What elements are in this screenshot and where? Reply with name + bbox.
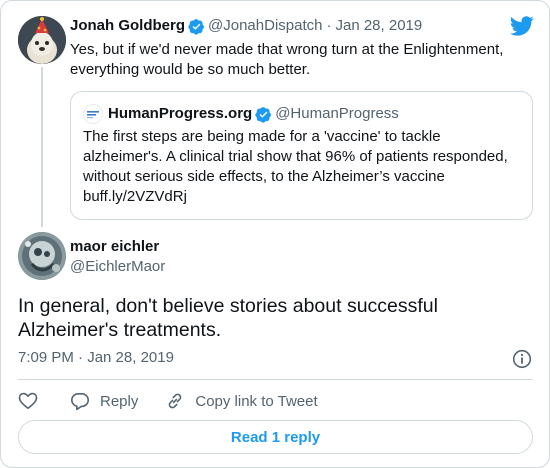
parent-author-handle[interactable]: @JonahDispatch — [208, 16, 322, 36]
quoted-author-handle: @HumanProgress — [275, 105, 399, 122]
quoted-author-name: HumanProgress.org — [108, 105, 253, 122]
main-author-name[interactable]: maor eichler — [70, 237, 159, 257]
header-separator: · — [326, 17, 332, 34]
main-tweet-text: In general, don't believe stories about … — [18, 295, 438, 341]
copy-link-label: Copy link to Tweet — [195, 392, 318, 410]
parent-tweet-date[interactable]: Jan 28, 2019 — [335, 16, 422, 36]
jonah-avatar[interactable] — [18, 16, 66, 64]
embedded-tweet-card: Jonah Goldberg @JonahDispatch · Jan 28, … — [0, 0, 550, 468]
verified-badge-icon — [188, 18, 204, 35]
quoted-tweet-card[interactable]: HumanProgress.org @HumanProgress The fir… — [70, 91, 533, 220]
parent-author-name[interactable]: Jonah Goldberg — [70, 16, 185, 36]
parent-tweet-text: Yes, but if we'd never made that wrong t… — [70, 41, 504, 78]
like-button[interactable] — [18, 391, 38, 411]
reply-label: Reply — [100, 392, 139, 410]
tweet-actions-bar: Reply Copy link to Tweet — [18, 389, 318, 413]
main-tweet-timestamp[interactable]: 7:09 PM · Jan 28, 2019 — [18, 348, 174, 368]
copy-link-button[interactable]: Copy link to Tweet — [165, 391, 318, 411]
main-author-handle[interactable]: @EichlerMaor — [70, 257, 165, 277]
verified-badge-icon — [255, 106, 272, 123]
parent-tweet-header: Jonah Goldberg @JonahDispatch · Jan 28, … — [70, 16, 422, 36]
quoted-tweet-text: The first steps are being made for a 'va… — [83, 128, 508, 205]
heart-icon — [18, 392, 38, 409]
reply-bubble-icon — [71, 393, 89, 411]
actions-divider — [18, 379, 533, 380]
maor-avatar[interactable] — [18, 232, 66, 280]
read-replies-button[interactable]: Read 1 reply — [18, 420, 533, 454]
info-icon[interactable] — [512, 349, 532, 369]
humanprogress-avatar — [83, 104, 103, 124]
twitter-bird-icon[interactable] — [510, 16, 534, 36]
thread-connector-line — [41, 67, 43, 227]
link-icon — [169, 393, 182, 409]
quoted-tweet-header: HumanProgress.org @HumanProgress — [83, 104, 399, 124]
reply-button[interactable]: Reply — [70, 391, 138, 411]
